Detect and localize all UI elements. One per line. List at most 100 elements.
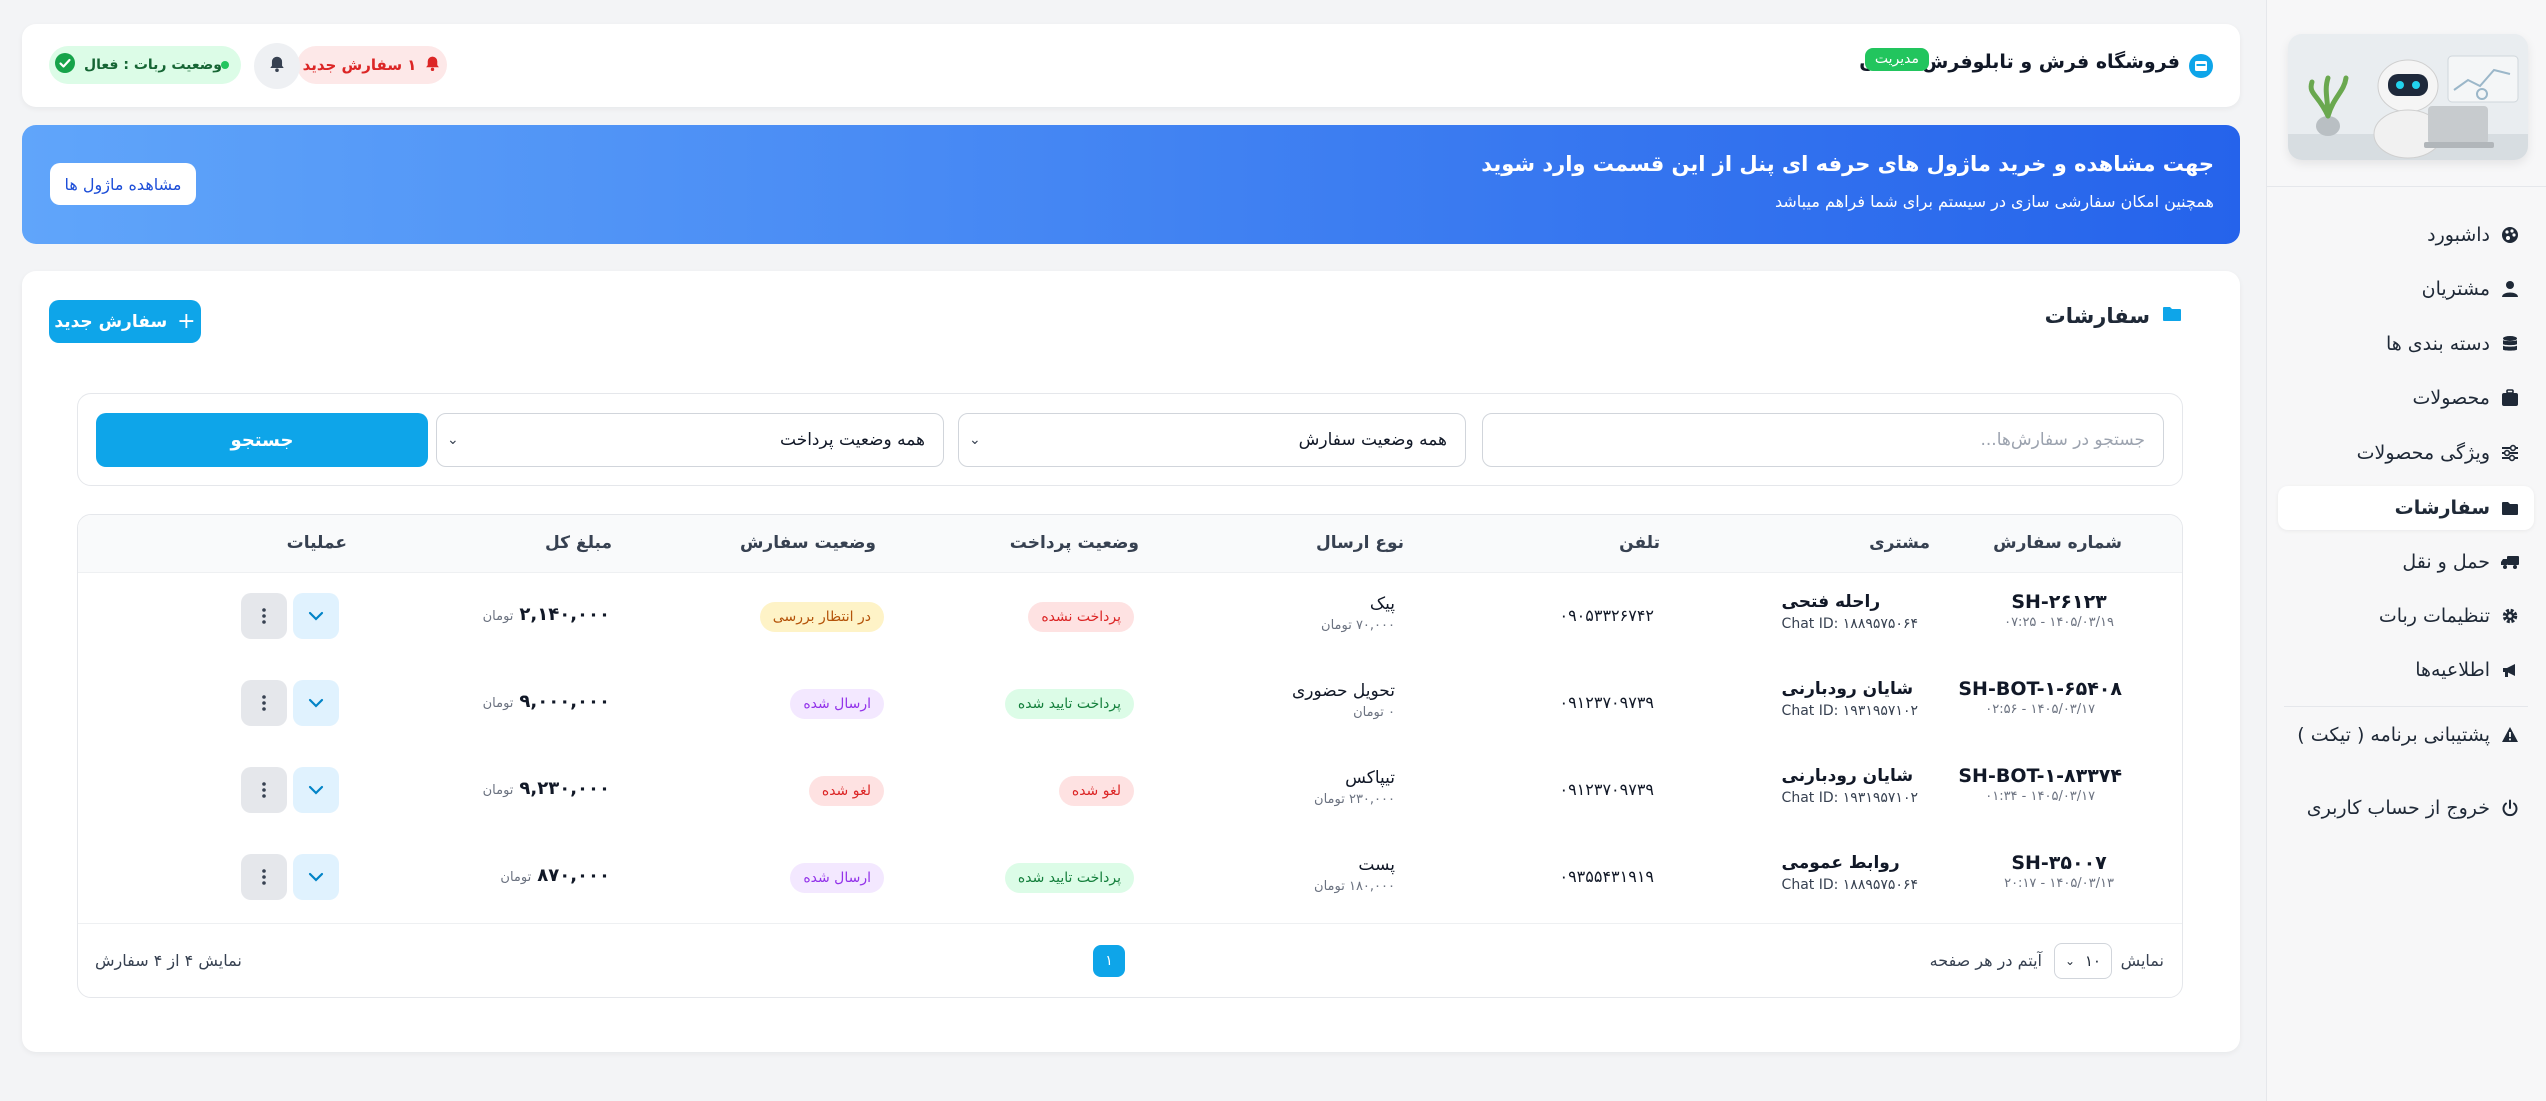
chevron-down-icon [308, 611, 324, 621]
customer-chat-id: Chat ID: ۱۹۳۱۹۵۷۱۰۲ [1781, 703, 1918, 719]
sidebar-item-customers[interactable]: مشتریان [2278, 267, 2534, 311]
more-vertical-icon [262, 608, 266, 624]
modules-banner: جهت مشاهده و خرید ماژول های حرفه ای پنل … [22, 125, 2240, 244]
chevron-down-icon [308, 698, 324, 708]
role-badge: مدیریت [1864, 48, 1929, 71]
top-header: فروشگاه فرش و تابلوفرش شایان مدیریت ۱ سف… [22, 24, 2240, 107]
amount-value: ۲,۱۴۰,۰۰۰ [519, 604, 610, 625]
order-status-badge: در انتظار بررسی [759, 602, 884, 632]
expand-row-button[interactable] [293, 767, 339, 813]
amount-unit: تومان [482, 783, 514, 798]
robot-logo-image [2288, 34, 2528, 160]
per-page-select[interactable]: ۱۰ ⌄ [2054, 943, 2112, 979]
bot-status-text: وضعیت ربات : فعال [84, 57, 223, 73]
chevron-down-icon: ⌄ [969, 432, 981, 448]
sidebar-item-label: اطلاعیه‌ها [2415, 659, 2490, 681]
customer-cell: شایان رودبارنی Chat ID: ۱۹۳۱۹۵۷۱۰۲ [1782, 679, 1918, 719]
payment-status-badge: پرداخت نشده [1028, 602, 1134, 632]
payment-status-select[interactable]: همه وضعیت پرداخت ⌄ [436, 413, 944, 467]
shipping-cell: پیک ۷۰,۰۰۰ تومان [1321, 594, 1395, 633]
payment-status-badge: پرداخت تایید شده [1004, 689, 1134, 719]
sidebar-item-label: تنظیمات ربات [2378, 605, 2490, 627]
order-status-badge: ارسال شده [790, 689, 884, 719]
bell-icon [268, 55, 286, 77]
orders-table: شماره سفارش مشتری تلفن نوع ارسال وضعیت پ… [77, 514, 2183, 998]
chevron-down-icon: ⌄ [2065, 954, 2076, 968]
sidebar-item-label: خروج از حساب کاربری [2306, 797, 2490, 819]
database-icon [2500, 334, 2520, 354]
sidebar-item-announcements[interactable]: اطلاعیه‌ها [2278, 648, 2534, 692]
phone-cell: ۰۹۱۲۳۷۰۹۷۳۹ [1559, 780, 1654, 799]
customer-name: شایان رودبارنی [1781, 679, 1914, 699]
shipping-type: تیپاکس [1345, 768, 1395, 788]
shipping-type: پیک [1369, 594, 1395, 614]
shipping-cost: ۱۸۰,۰۰۰ تومان [1314, 879, 1395, 894]
logout-button[interactable]: خروج از حساب کاربری [2278, 786, 2534, 830]
table-row[interactable]: SH-BOT-۱-۶۵۴۰۸ ۱۴۰۵/۰۳/۱۷ - ۰۲:۵۶ شایان … [78, 660, 2182, 747]
filters-panel: جستجو در سفارش‌ها... همه وضعیت سفارش ⌄ ه… [77, 393, 2183, 486]
sidebar-item-orders[interactable]: سفارشات [2278, 486, 2534, 530]
order-number: SH-۲۶۱۲۳ [2011, 591, 2107, 613]
sidebar-item-label: محصولات [2412, 387, 2490, 409]
phone-cell: ۰۹۰۵۳۳۲۶۷۴۲ [1559, 606, 1654, 625]
check-circle-icon [54, 52, 76, 78]
sidebar-item-bot-settings[interactable]: تنظیمات ربات [2278, 594, 2534, 638]
more-vertical-icon [262, 782, 266, 798]
amount-unit: تومان [482, 609, 514, 624]
order-number: SH-BOT-۱-۶۵۴۰۸ [1958, 678, 2122, 700]
sidebar-item-shipping[interactable]: حمل و نقل [2278, 540, 2534, 584]
suitcase-icon [2500, 388, 2520, 408]
per-page-suffix: آیتم در هر صفحه [1929, 951, 2042, 970]
order-date: ۱۴۰۵/۰۳/۱۷ - ۰۱:۳۴ [1985, 789, 2096, 804]
table-row[interactable]: SH-۳۵۰۰۷ ۱۴۰۵/۰۳/۱۳ - ۲۰:۱۷ روابط عمومی … [78, 834, 2182, 921]
more-actions-button[interactable] [241, 767, 287, 813]
col-order-status: وضعیت سفارش [739, 533, 876, 553]
sidebar-item-label: پشتیبانی برنامه ( تیکت ) [2297, 724, 2490, 746]
page-1-button[interactable]: ۱ [1093, 945, 1125, 977]
amount-value: ۸۷۰,۰۰۰ [537, 865, 610, 886]
more-actions-button[interactable] [241, 593, 287, 639]
customer-chat-id: Chat ID: ۱۸۸۹۵۷۵۰۶۴ [1781, 616, 1918, 632]
table-header: شماره سفارش مشتری تلفن نوع ارسال وضعیت پ… [78, 515, 2182, 573]
expand-row-button[interactable] [293, 854, 339, 900]
sidebar-item-products[interactable]: محصولات [2278, 376, 2534, 420]
more-actions-button[interactable] [241, 680, 287, 726]
more-actions-button[interactable] [241, 854, 287, 900]
sidebar-divider [2284, 706, 2528, 707]
sidebar-item-label: حمل و نقل [2402, 551, 2490, 573]
sidebar-item-support[interactable]: پشتیبانی برنامه ( تیکت ) [2278, 713, 2534, 757]
table-row[interactable]: SH-BOT-۱-۸۳۳۷۴ ۱۴۰۵/۰۳/۱۷ - ۰۱:۳۴ شایان … [78, 747, 2182, 834]
total-amount: ۸۷۰,۰۰۰ تومان [500, 865, 610, 886]
customer-cell: روابط عمومی Chat ID: ۱۸۸۹۵۷۵۰۶۴ [1782, 853, 1918, 893]
sidebar-item-product-attributes[interactable]: ویژگی محصولات [2278, 431, 2534, 475]
order-search-input[interactable]: جستجو در سفارش‌ها... [1482, 413, 2164, 467]
view-modules-button[interactable]: مشاهده ماژول ها [50, 163, 196, 205]
order-status-badge: ارسال شده [790, 863, 884, 893]
order-status-value: همه وضعیت سفارش [1298, 430, 1447, 450]
amount-unit: تومان [482, 696, 514, 711]
order-number-cell: SH-BOT-۱-۶۵۴۰۸ ۱۴۰۵/۰۳/۱۷ - ۰۲:۵۶ [1958, 678, 2122, 717]
new-order-button[interactable]: + سفارش جدید [49, 300, 201, 343]
table-row[interactable]: SH-۲۶۱۲۳ ۱۴۰۵/۰۳/۱۹ - ۰۷:۲۵ راحله فتحی C… [78, 573, 2182, 660]
shipping-cell: تیپاکس ۲۳۰,۰۰۰ تومان [1314, 768, 1395, 807]
col-phone: تلفن [1619, 533, 1660, 553]
amount-value: ۹,۰۰۰,۰۰۰ [519, 691, 610, 712]
order-status-badge: لغو شده [808, 776, 884, 806]
expand-row-button[interactable] [293, 680, 339, 726]
order-date: ۱۴۰۵/۰۳/۱۹ - ۰۷:۲۵ [2004, 615, 2114, 630]
order-status-select[interactable]: همه وضعیت سفارش ⌄ [958, 413, 1466, 467]
search-button[interactable]: جستجو [96, 413, 428, 467]
sidebar-item-dashboard[interactable]: داشبورد [2278, 213, 2534, 257]
customer-chat-id: Chat ID: ۱۸۸۹۵۷۵۰۶۴ [1781, 877, 1918, 893]
sidebar: داشبورد مشتریان دسته بندی ها محصولات ویژ… [2266, 0, 2546, 1101]
sidebar-divider [2266, 186, 2546, 187]
notifications-button[interactable] [254, 43, 300, 89]
sidebar-item-categories[interactable]: دسته بندی ها [2278, 322, 2534, 366]
order-date: ۱۴۰۵/۰۳/۱۳ - ۲۰:۱۷ [2004, 876, 2114, 891]
expand-row-button[interactable] [293, 593, 339, 639]
order-number-cell: SH-BOT-۱-۸۳۳۷۴ ۱۴۰۵/۰۳/۱۷ - ۰۱:۳۴ [1958, 765, 2122, 804]
status-dot-icon [221, 61, 229, 69]
chevron-down-icon [308, 872, 324, 882]
new-orders-badge[interactable]: ۱ سفارش جدید [297, 46, 447, 84]
bot-status-badge: وضعیت ربات : فعال [49, 46, 241, 84]
